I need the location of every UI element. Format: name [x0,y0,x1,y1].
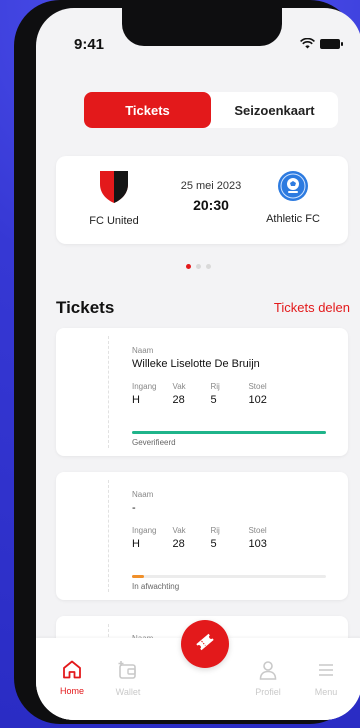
phone-notch [122,8,282,46]
tab-home[interactable]: Home [44,660,100,696]
entrance-label: Ingang [132,382,157,391]
segmented-control: Tickets Seizoenkaart [84,92,338,128]
tab-menu[interactable]: Menu [298,660,354,697]
ticket-holder-name: - [132,502,136,514]
tab-profiel[interactable]: Profiel [240,660,296,697]
carousel-dot[interactable] [186,264,191,269]
ticket-status-fill [132,575,144,578]
phone-frame: 9:41 Tickets Seizoenkaart FC United 25 m… [14,0,360,724]
row-label: Rij [210,382,220,391]
home-team: FC United [74,170,154,227]
entrance-value: H [132,394,140,406]
entrance-value: H [132,538,140,550]
seat-label: Stoel [248,382,267,391]
ticket-status-bar [132,575,326,578]
app-screen: 9:41 Tickets Seizoenkaart FC United 25 m… [36,8,360,720]
section-label: Vak [172,526,186,535]
seat-value: 103 [248,538,267,550]
match-card[interactable]: FC United 25 mei 2023 20:30 Athletic FC [56,156,348,244]
bottom-tab-bar: Home Wallet Profiel Menu [36,620,360,720]
profile-icon [258,661,278,684]
tab-label: Wallet [115,687,141,697]
wifi-icon [300,38,315,49]
segment-seizoenkaart[interactable]: Seizoenkaart [211,92,338,128]
battery-icon [320,38,343,49]
ticket-action-button[interactable] [181,620,229,668]
ticket-icon [193,630,217,659]
match-time: 20:30 [193,197,229,213]
ticket-holder-name: Willeke Liselotte De Bruijn [132,358,260,370]
tab-label: Menu [314,687,338,697]
home-icon [62,660,82,683]
ticket-status: In afwachting [132,582,180,591]
carousel-dot[interactable] [206,264,211,269]
section-value: 28 [172,538,185,550]
carousel-dot[interactable] [196,264,201,269]
section-value: 28 [172,394,185,406]
status-icons [300,38,343,49]
away-team: Athletic FC [248,170,338,225]
name-label: Naam [132,346,154,355]
away-team-name: Athletic FC [266,213,320,225]
wallet-icon [117,661,139,684]
ticket-status-bar [132,431,326,434]
ticket-status: Geverifieerd [132,438,176,447]
carousel-indicator [186,264,211,269]
menu-icon [316,664,336,684]
share-tickets-link[interactable]: Tickets delen [274,300,350,315]
segment-tickets[interactable]: Tickets [84,92,211,128]
ticket-card[interactable]: Naam Willeke Liselotte De Bruijn Ingang … [56,328,348,456]
home-team-name: FC United [89,215,139,227]
seat-label: Stoel [248,526,267,535]
ticket-card[interactable]: Naam - Ingang H Vak 28 Rij 5 Stoel 103 I… [56,472,348,600]
section-label: Vak [172,382,186,391]
ticket-perforation [108,336,109,448]
tab-label: Home [59,686,84,696]
home-team-crest-icon [99,171,129,208]
row-value: 5 [210,394,217,406]
name-label: Naam [132,490,154,499]
row-value: 5 [210,538,217,550]
tab-wallet[interactable]: Wallet [100,660,156,697]
ticket-status-fill [132,431,326,434]
ticket-perforation [108,480,109,592]
status-time: 9:41 [74,36,105,53]
match-date: 25 mei 2023 [180,180,242,192]
tab-label: Profiel [255,687,281,697]
away-team-crest-icon [277,171,309,206]
row-label: Rij [210,526,220,535]
tickets-heading: Tickets [56,298,115,317]
entrance-label: Ingang [132,526,157,535]
seat-value: 102 [248,394,267,406]
match-info: 25 mei 2023 20:30 [166,180,256,213]
